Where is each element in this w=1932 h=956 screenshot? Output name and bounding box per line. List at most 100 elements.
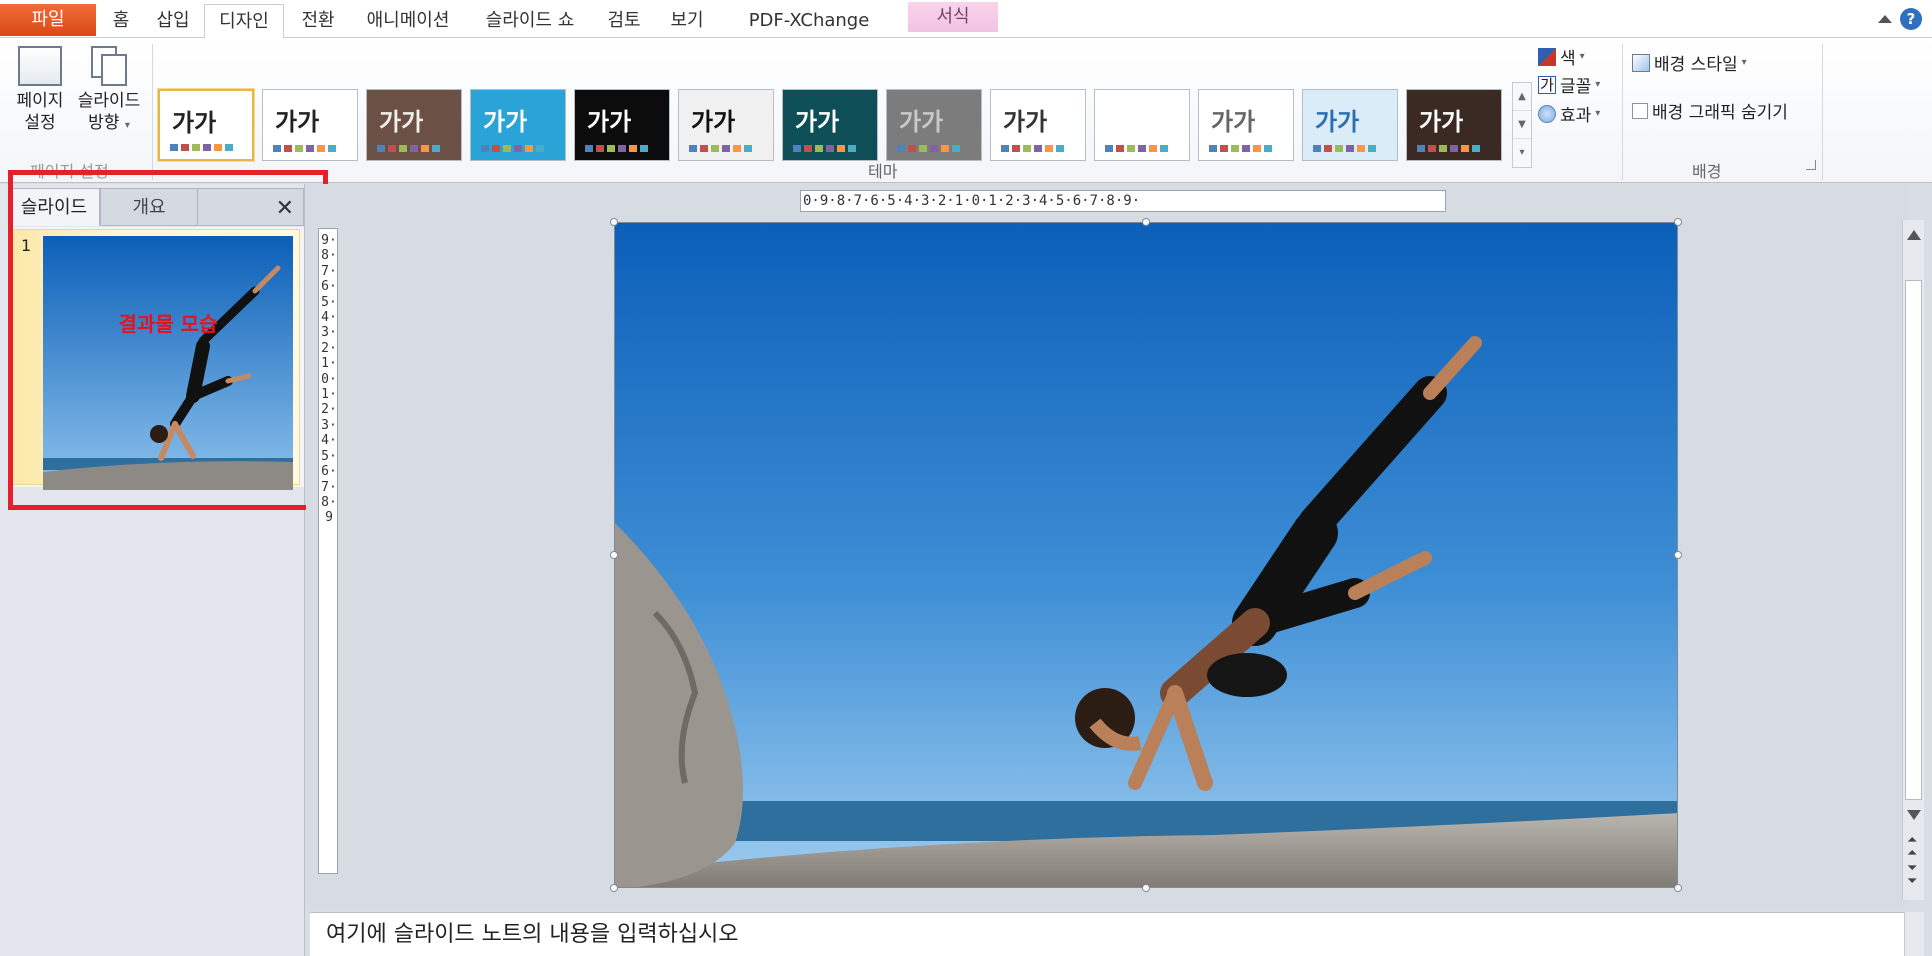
theme-thumbnail[interactable]: 가가	[886, 89, 982, 161]
hide-background-graphics-checkbox[interactable]	[1632, 102, 1648, 119]
theme-thumbnail[interactable]: 가가	[990, 89, 1086, 161]
previous-slide-icon[interactable]: ⏶ ⏶	[1907, 834, 1917, 860]
theme-sample-text: 가가	[483, 108, 528, 136]
theme-sample-text: 가가	[1107, 108, 1152, 136]
theme-sample-text: 가가	[1211, 108, 1256, 136]
slide-canvas[interactable]	[614, 222, 1678, 888]
resize-handle[interactable]	[610, 551, 618, 559]
theme-thumbnail[interactable]: 가가	[1302, 89, 1398, 161]
tab-animations[interactable]: 애니메이션	[356, 4, 460, 38]
theme-sample-text: 가가	[275, 108, 320, 136]
theme-color-swatches	[1313, 145, 1376, 152]
tab-review[interactable]: 검토	[598, 4, 650, 38]
tab-transitions[interactable]: 전환	[292, 4, 344, 38]
theme-thumbnail[interactable]: 가가	[262, 89, 358, 161]
theme-sample-text: 가가	[587, 108, 632, 136]
next-slide-icon[interactable]: ⏷ ⏷	[1907, 862, 1917, 888]
resize-handle[interactable]	[1674, 884, 1682, 892]
tab-slideshow[interactable]: 슬라이드 쇼	[474, 4, 586, 38]
tab-pdfxchange[interactable]: PDF-XChange 2012	[724, 4, 894, 65]
gallery-up-icon[interactable]: ▲	[1513, 83, 1531, 111]
tab-view[interactable]: 보기	[662, 4, 712, 38]
slide-orientation-button[interactable]: 슬라이드 방향 ▾	[72, 46, 146, 137]
group-separator	[1822, 44, 1823, 180]
theme-fonts-icon: 가	[1538, 75, 1556, 94]
theme-color-swatches	[1105, 145, 1168, 152]
tab-design[interactable]: 디자인	[204, 4, 284, 39]
page-setup-button[interactable]: 페이지 설정	[10, 46, 70, 134]
theme-color-swatches	[1417, 145, 1480, 152]
theme-colors-label: 색	[1560, 49, 1576, 69]
selection-highlight-box	[8, 170, 328, 510]
theme-effects-button[interactable]: 효과 ▾	[1538, 101, 1600, 126]
horizontal-ruler: 0·9·8·7·6·5·4·3·2·1·0·1·2·3·4·5·6·7·8·9·	[800, 190, 1446, 212]
background-styles-label: 배경 스타일	[1654, 55, 1738, 75]
dialog-launcher-icon[interactable]	[1806, 160, 1816, 170]
theme-thumbnail[interactable]: 가가	[366, 89, 462, 161]
gallery-more-icon[interactable]: ▾	[1513, 139, 1531, 167]
scroll-down-icon[interactable]	[1907, 810, 1921, 820]
theme-color-swatches	[897, 145, 960, 152]
resize-handle[interactable]	[610, 884, 618, 892]
theme-sample-text: 가가	[795, 108, 840, 136]
theme-fonts-button[interactable]: 가 글꼴 ▾	[1538, 72, 1600, 97]
slide-orientation-label-1: 슬라이드	[77, 91, 141, 111]
theme-thumbnail[interactable]: 가가	[158, 89, 254, 161]
theme-color-swatches	[793, 145, 856, 152]
resize-handle[interactable]	[1674, 551, 1682, 559]
theme-sample-text: 가가	[899, 108, 944, 136]
window-controls: ?	[1878, 8, 1922, 30]
scroll-up-icon[interactable]	[1907, 230, 1921, 240]
help-icon[interactable]: ?	[1900, 8, 1922, 30]
tab-home[interactable]: 홈	[100, 4, 142, 38]
theme-color-swatches	[1209, 145, 1272, 152]
theme-colors-icon	[1538, 47, 1556, 66]
notes-placeholder: 여기에 슬라이드 노트의 내용을 입력하십시오	[326, 922, 739, 947]
theme-colors-button[interactable]: 색 ▾	[1538, 44, 1585, 69]
scrollbar-thumb[interactable]	[1905, 280, 1922, 800]
theme-thumbnail[interactable]: 가가	[1094, 89, 1190, 161]
theme-sample-text: 가가	[1003, 108, 1048, 136]
gallery-down-icon[interactable]: ▼	[1513, 111, 1531, 139]
themes-group-label: 테마	[868, 162, 898, 181]
ribbon-tab-strip: 파일 홈 삽입 디자인 전환 애니메이션 슬라이드 쇼 검토 보기 PDF-XC…	[0, 0, 1932, 65]
theme-color-swatches	[273, 145, 336, 152]
theme-sample-text: 가가	[172, 109, 217, 137]
resize-handle[interactable]	[610, 218, 618, 226]
hide-background-graphics[interactable]: 배경 그래픽 숨기기	[1632, 98, 1788, 123]
theme-color-swatches	[1001, 145, 1064, 152]
tab-insert[interactable]: 삽입	[148, 4, 198, 38]
theme-thumbnail[interactable]: 가가	[782, 89, 878, 161]
theme-thumbnail[interactable]: 가가	[1406, 89, 1502, 161]
page-setup-icon	[18, 46, 62, 86]
theme-thumbnail[interactable]: 가가	[1198, 89, 1294, 161]
resize-handle[interactable]	[1674, 218, 1682, 226]
hide-background-graphics-label: 배경 그래픽 숨기기	[1652, 103, 1788, 123]
theme-effects-label: 효과	[1560, 106, 1592, 126]
theme-color-swatches	[377, 145, 440, 152]
slide-photo[interactable]	[615, 223, 1678, 888]
minimize-ribbon-icon[interactable]	[1878, 15, 1892, 23]
notes-scrollbar[interactable]	[1904, 912, 1924, 956]
theme-color-swatches	[170, 144, 233, 151]
tab-file[interactable]: 파일	[0, 4, 96, 36]
editor-vertical-scrollbar[interactable]: ⏶ ⏶ ⏷ ⏷	[1902, 220, 1924, 900]
theme-thumbnail[interactable]: 가가	[470, 89, 566, 161]
theme-thumbnail[interactable]: 가가	[574, 89, 670, 161]
theme-sample-text: 가가	[1315, 108, 1360, 136]
theme-thumbnail[interactable]: 가가	[678, 89, 774, 161]
theme-effects-icon	[1538, 104, 1556, 123]
resize-handle[interactable]	[1142, 218, 1150, 226]
ribbon: 페이지 설정 슬라이드 방향 ▾ 페이지 설정 가가 가가 가가 가가 가가 가가 가가 가가…	[0, 38, 1932, 183]
group-separator	[152, 44, 153, 180]
vertical-ruler-text: 9·8·7·6·5·4·3·2·1·0·1·2·3·4·5·6·7·8·9	[321, 233, 337, 526]
group-separator	[1622, 44, 1623, 180]
notes-pane[interactable]: 여기에 슬라이드 노트의 내용을 입력하십시오	[310, 912, 1904, 956]
resize-handle[interactable]	[1142, 884, 1150, 892]
theme-color-swatches	[689, 145, 752, 152]
theme-sample-text: 가가	[379, 108, 424, 136]
slide-orientation-label-2: 방향 ▾	[88, 113, 130, 133]
background-styles-button[interactable]: 배경 스타일 ▾	[1632, 50, 1747, 75]
theme-gallery-scroll[interactable]: ▲ ▼ ▾	[1512, 82, 1532, 168]
tab-format[interactable]: 서식	[908, 2, 998, 32]
